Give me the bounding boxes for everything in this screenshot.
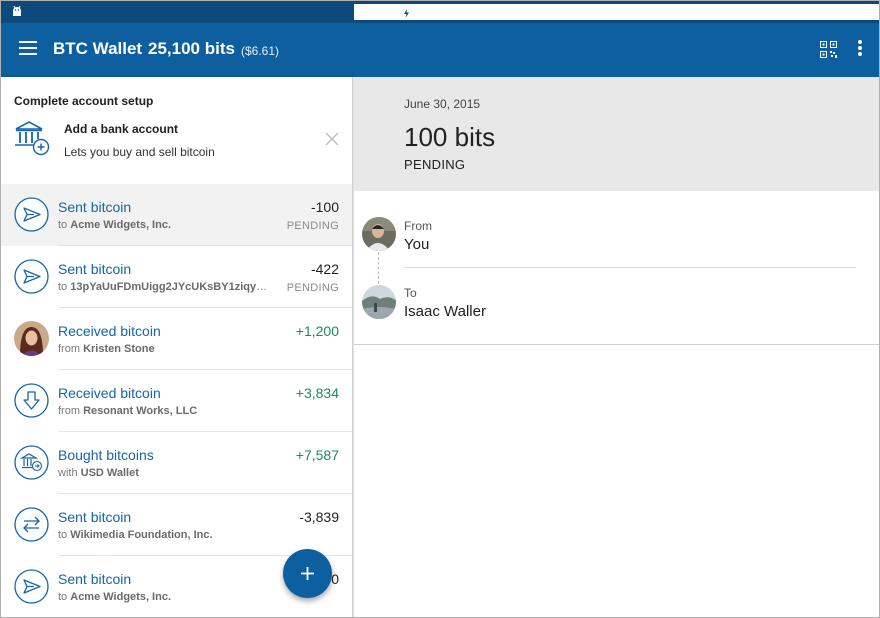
transaction-title: Sent bitcoin [58,509,132,525]
add-bank-subtitle: Lets you buy and sell bitcoin [64,145,215,159]
setup-card: Complete account setup Add a bank accoun… [1,77,352,184]
transaction-list-pane: Complete account setup Add a bank accoun… [1,77,353,617]
transaction-status: PENDING [286,282,339,294]
divider [404,267,856,268]
send-icon [14,259,49,294]
status-time: 3:27 [419,4,445,19]
transaction-amount: +1,200 [295,323,339,339]
avatar [362,217,396,251]
transaction-detail-pane: June 30, 2015 100 bits PENDING From You … [354,77,879,617]
detail-amount: 100 bits [404,122,496,152]
bank-transfer-icon [14,445,49,480]
to-name[interactable]: Isaac Waller [404,303,486,320]
transaction-counterparty: to Acme Widgets, Inc. [58,591,172,603]
transfer-arrows-icon [14,507,49,542]
detail-date: June 30, 2015 [404,97,481,111]
transaction-title: Sent bitcoin [58,199,132,215]
qr-code-icon[interactable] [820,41,837,58]
setup-heading: Complete account setup [14,94,154,108]
transaction-title: Sent bitcoin [58,261,132,277]
send-icon [14,197,49,232]
menu-icon[interactable] [19,41,37,55]
transaction-status: PENDING [286,220,339,232]
app-window: 3:27 BTC Wallet 25,100 bits ($6.61) Comp… [0,0,880,618]
wifi-icon [378,5,394,19]
avatar [14,321,49,356]
from-label: From [404,219,432,233]
transaction-title: Received bitcoin [58,385,161,401]
receive-icon [14,383,49,418]
transaction-row[interactable]: Received bitcoin from Kristen Stone +1,2… [1,308,352,370]
vibrate-icon [355,5,369,19]
status-bar: 3:27 [1,1,879,23]
add-bank-title[interactable]: Add a bank account [64,122,178,136]
avatar [362,285,396,319]
plus-icon [301,567,314,580]
transaction-amount: -100 [310,199,339,215]
transaction-amount: -3,839 [299,509,339,525]
bank-add-icon [15,121,50,156]
detail-header: June 30, 2015 100 bits PENDING [354,77,879,191]
transaction-amount: +7,587 [295,447,339,463]
transaction-counterparty: to Wikimedia Foundation, Inc. [58,529,213,541]
transaction-counterparty: with USD Wallet [58,467,139,479]
wallet-balance: 25,100 bits [148,39,235,58]
transaction-counterparty: from Resonant Works, LLC [58,405,198,417]
transaction-counterparty: to 13pYaUuFDmUigg2JYcUKsBY1ziqy9… [58,281,268,293]
transaction-amount: +3,834 [295,385,339,401]
wallet-balance-usd: ($6.61) [241,44,280,58]
from-name[interactable]: You [404,236,429,253]
transaction-row[interactable]: Sent bitcoin to Wikimedia Foundation, In… [1,494,352,556]
transaction-row[interactable]: Bought bitcoins with USD Wallet +7,587 [1,432,352,494]
add-fab-button[interactable] [283,549,332,598]
app-bar: BTC Wallet 25,100 bits ($6.61) [1,23,879,77]
transaction-title: Sent bitcoin [58,571,132,587]
transaction-row[interactable]: Received bitcoin from Resonant Works, LL… [1,370,352,432]
more-vert-icon[interactable] [853,40,867,58]
to-label: To [404,286,417,300]
transaction-amount: -422 [310,261,339,277]
detail-status: PENDING [404,157,466,172]
send-icon [14,569,49,604]
divider [354,344,879,345]
transaction-title: Received bitcoin [58,323,161,339]
transaction-row[interactable]: Sent bitcoin to Acme Widgets, Inc. -100 … [1,184,352,246]
close-icon[interactable] [325,132,339,146]
transaction-counterparty: to Acme Widgets, Inc. [58,219,172,231]
android-icon [13,5,21,16]
transaction-row[interactable]: Sent bitcoin to 13pYaUuFDmUigg2JYcUKsBY1… [1,246,352,308]
transaction-title: Bought bitcoins [58,447,154,463]
transaction-counterparty: from Kristen Stone [58,343,155,355]
app-title: BTC Wallet [53,39,143,58]
battery-charging-icon [402,4,411,20]
connector-line [378,252,379,284]
